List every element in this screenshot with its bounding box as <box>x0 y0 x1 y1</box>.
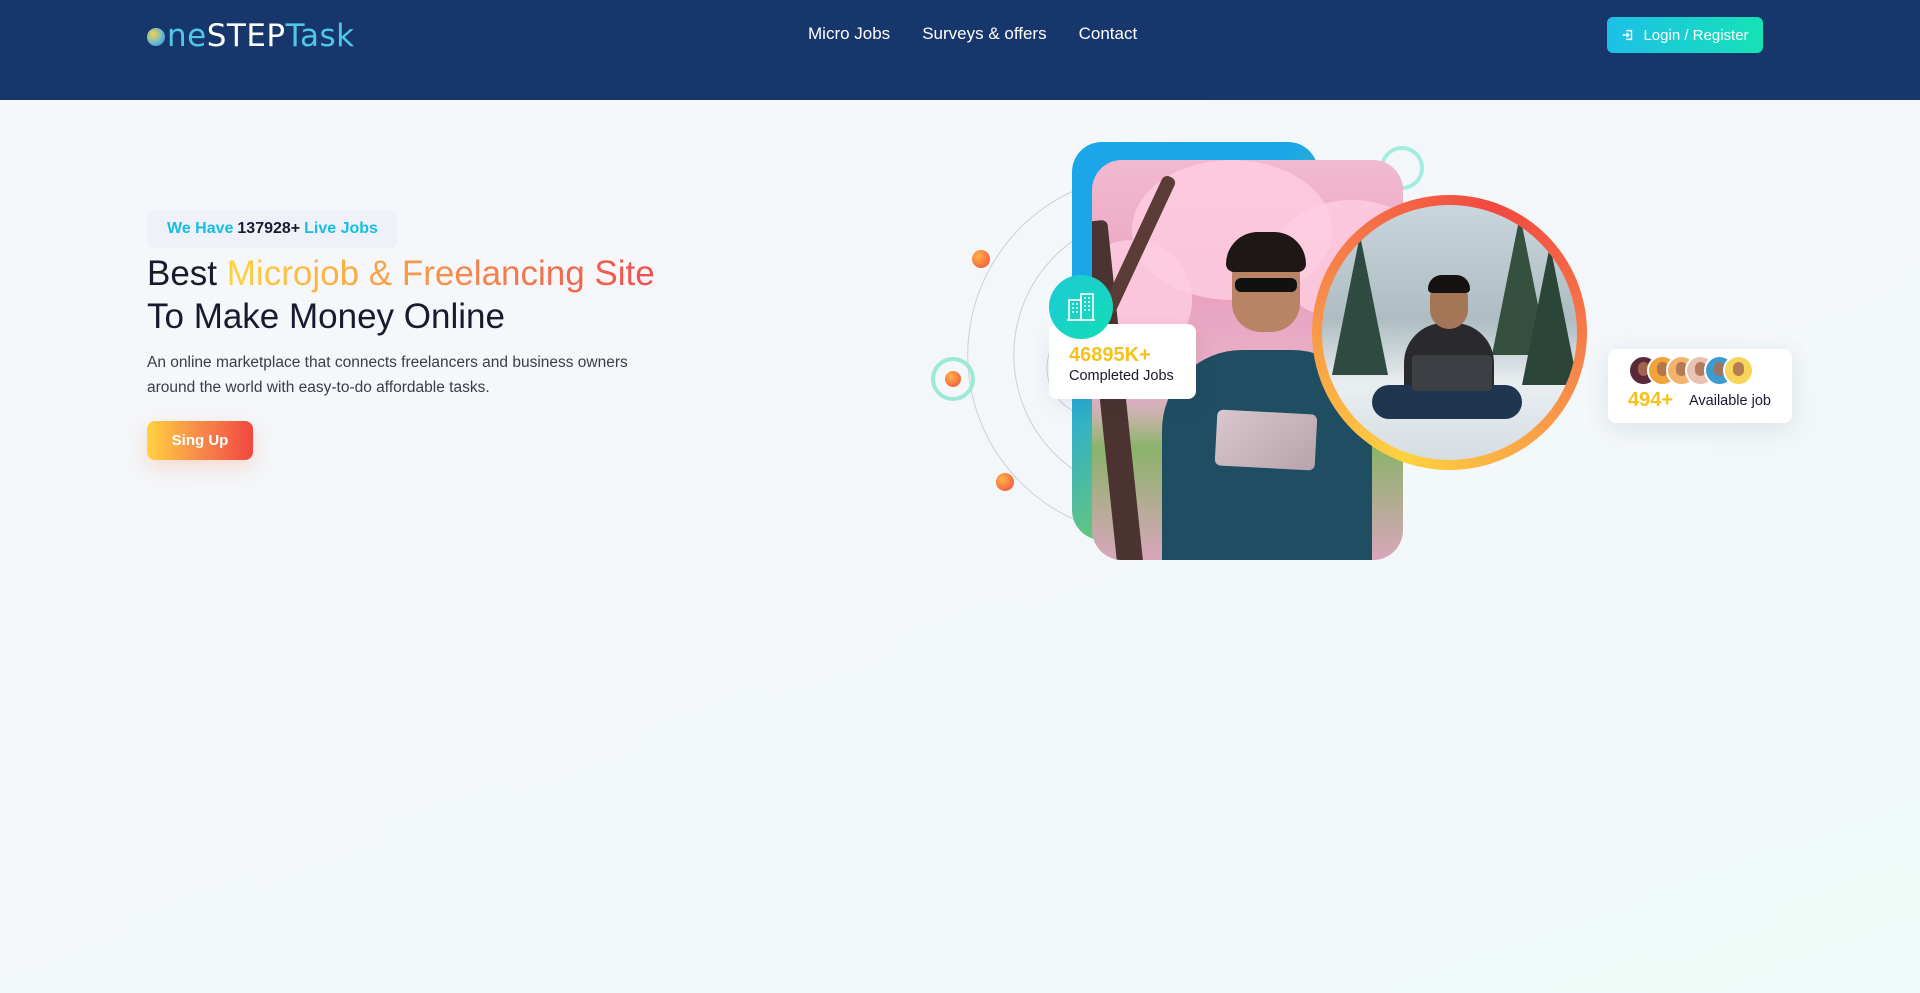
login-register-button[interactable]: Login / Register <box>1607 17 1763 53</box>
hero-title-plain: Best <box>147 254 218 293</box>
avatar <box>1723 355 1754 386</box>
hero-title-highlight: Microjob & Freelancing Site <box>226 254 655 293</box>
nav-micro-jobs[interactable]: Micro Jobs <box>808 24 890 44</box>
hero-title: Best Microjob & Freelancing Site To Make… <box>147 252 787 338</box>
main-nav: Micro Jobs Surveys & offers Contact <box>808 24 1137 44</box>
ring-dot-left <box>931 357 975 401</box>
avatar-group <box>1628 355 1754 386</box>
hero-description: An online marketplace that connects free… <box>147 354 628 396</box>
logo-part-one: ne <box>167 18 207 54</box>
badge-count: 137928+ <box>237 220 301 237</box>
globe-icon <box>147 28 165 46</box>
available-jobs-card: 494+ Available job <box>1608 349 1792 423</box>
site-logo[interactable]: ne STEP Task <box>147 18 355 54</box>
logo-part-two: STEP <box>206 18 286 54</box>
completed-jobs-label: Completed Jobs <box>1069 368 1174 384</box>
hero-title-line-two: To Make Money Online <box>147 297 505 336</box>
orange-dot-bottom <box>996 473 1014 491</box>
login-register-label: Login / Register <box>1643 26 1749 44</box>
nav-contact[interactable]: Contact <box>1079 24 1138 44</box>
orange-dot-top <box>972 250 990 268</box>
login-icon <box>1623 29 1633 41</box>
badge-suffix: Live Jobs <box>304 220 378 237</box>
freelancer-photo-circle <box>1312 195 1587 470</box>
completed-jobs-value: 46895K+ <box>1069 344 1151 366</box>
building-icon <box>1049 275 1113 339</box>
available-jobs-label: Available job <box>1689 393 1771 409</box>
top-header: ne STEP Task Micro Jobs Surveys & offers… <box>0 0 1920 100</box>
badge-prefix: We Have <box>167 220 234 237</box>
logo-part-three: Task <box>285 18 355 54</box>
available-jobs-value: 494+ <box>1628 389 1674 411</box>
nav-surveys-offers[interactable]: Surveys & offers <box>922 24 1046 44</box>
live-jobs-badge: We Have 137928+ Live Jobs <box>147 210 398 248</box>
signup-button[interactable]: Sing Up <box>147 421 253 460</box>
